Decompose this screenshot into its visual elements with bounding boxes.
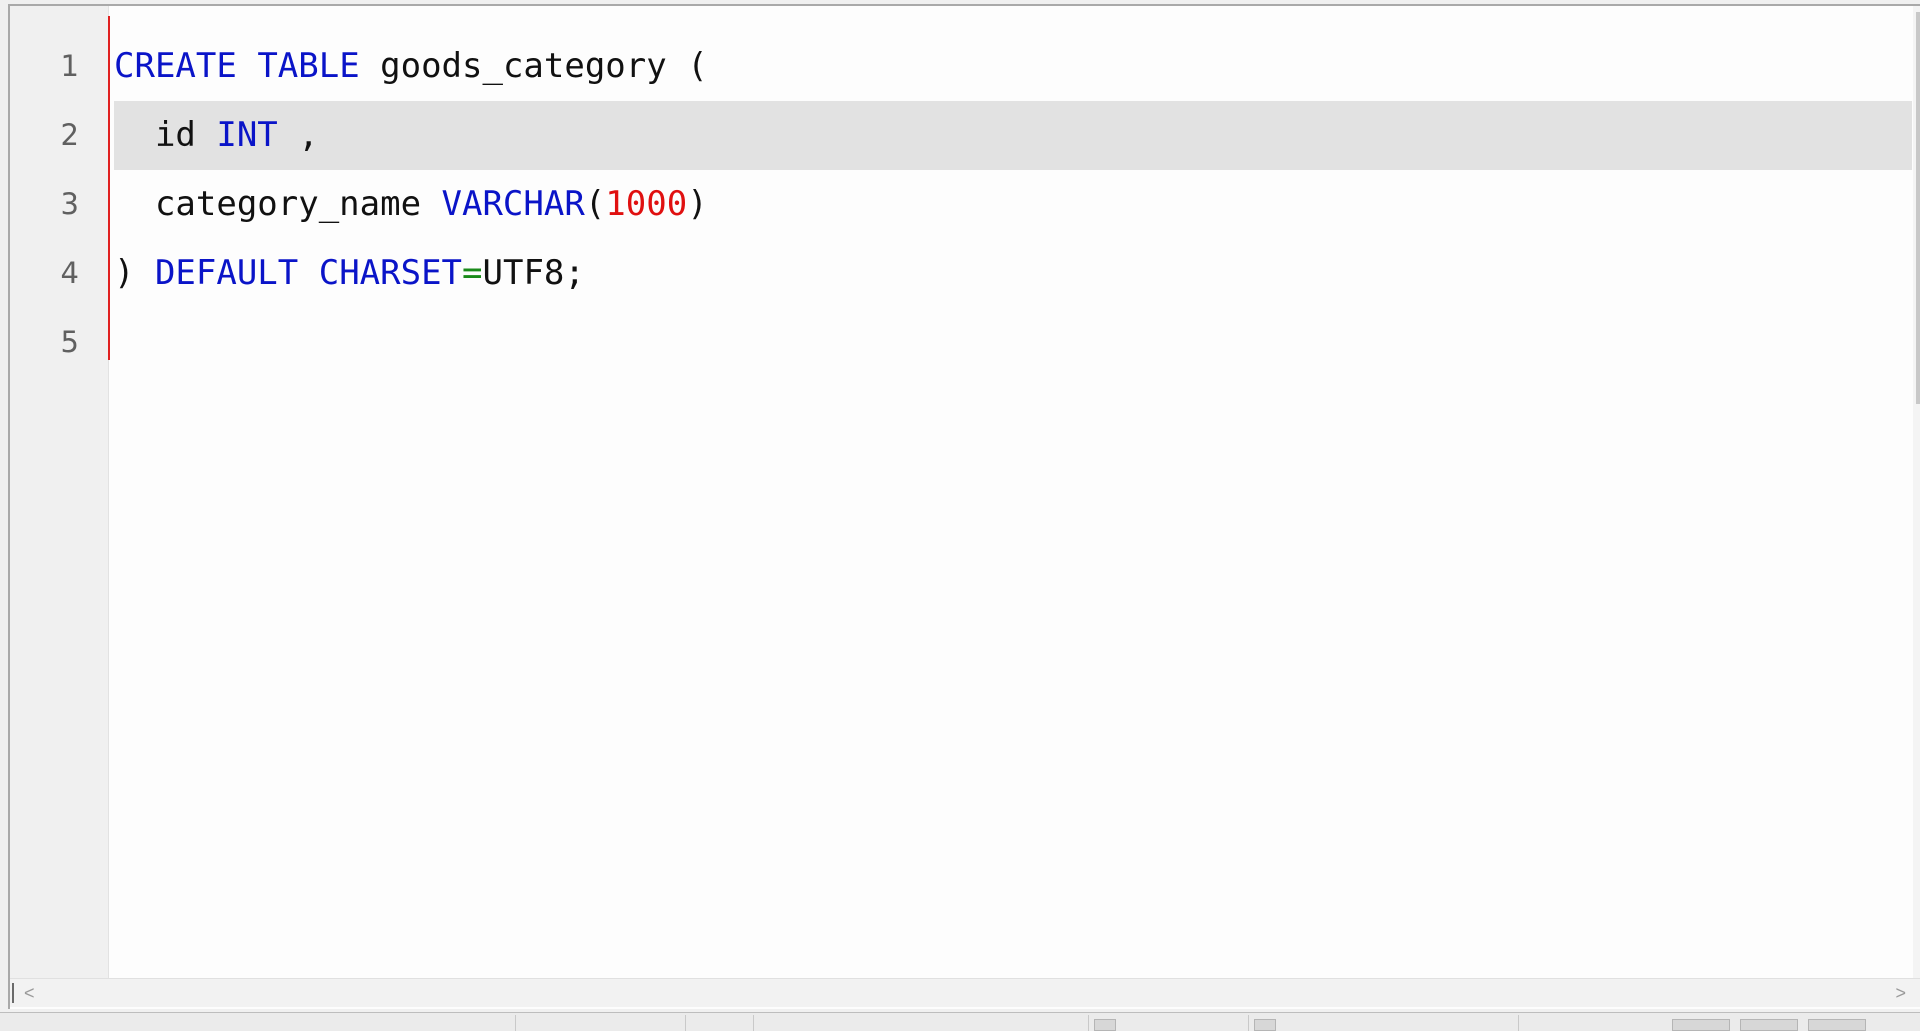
line-number: 5	[60, 325, 79, 359]
sql-operator: =	[462, 253, 483, 293]
modified-lines-marker	[108, 16, 110, 360]
line-number: 3	[60, 187, 79, 221]
line-number: 1	[60, 49, 79, 83]
sql-keyword: VARCHAR	[441, 184, 585, 224]
code-area[interactable]: CREATE TABLE goods_category ( id INT , c…	[114, 32, 1912, 972]
horizontal-scrollbar[interactable]: < >	[10, 978, 1920, 1007]
code-line[interactable]: category_name VARCHAR(1000)	[114, 170, 1912, 239]
status-divider	[515, 1015, 516, 1031]
vertical-scrollbar-thumb[interactable]	[1916, 12, 1920, 404]
status-divider	[753, 1015, 754, 1031]
sql-keyword: TABLE	[257, 46, 360, 86]
code-text: category_name	[114, 184, 442, 224]
code-line[interactable]: CREATE TABLE goods_category (	[114, 32, 1912, 101]
line-number-gutter: 1 2 3 4 5	[10, 6, 109, 978]
line-number: 4	[60, 256, 79, 290]
current-code-line[interactable]: id INT ,	[114, 101, 1912, 170]
code-text: )	[114, 253, 155, 293]
split-grip[interactable]	[12, 983, 14, 1003]
sql-keyword: DEFAULT	[154, 253, 299, 293]
sql-keyword: CREATE	[114, 46, 237, 86]
scroll-right-icon[interactable]: >	[1895, 979, 1906, 1007]
code-text: goods_category (	[359, 46, 708, 86]
code-text: id	[114, 115, 217, 155]
sql-editor[interactable]: 1 2 3 4 5 CREATE TABLE goods_category ( id I…	[8, 4, 1920, 1009]
code-text: ,	[277, 115, 319, 155]
vertical-scrollbar[interactable]	[1913, 6, 1920, 978]
status-divider	[1088, 1015, 1089, 1031]
sql-keyword: CHARSET	[318, 253, 463, 293]
line-number: 2	[60, 118, 79, 152]
sql-number: 1000	[605, 184, 688, 224]
scroll-left-icon[interactable]: <	[24, 979, 35, 1007]
view-mode-button[interactable]	[1672, 1019, 1730, 1031]
status-bar	[0, 1012, 1920, 1031]
status-divider	[1518, 1015, 1519, 1031]
view-mode-button[interactable]	[1808, 1019, 1866, 1031]
status-divider	[685, 1015, 686, 1031]
code-line[interactable]	[114, 308, 1912, 377]
code-line[interactable]: ) DEFAULT CHARSET=UTF8;	[114, 239, 1912, 308]
code-text: UTF8;	[482, 253, 585, 293]
status-toggle-button[interactable]	[1094, 1019, 1116, 1031]
view-mode-button[interactable]	[1740, 1019, 1798, 1031]
code-text: (	[584, 184, 606, 224]
code-text: )	[687, 184, 708, 224]
status-divider	[1248, 1015, 1249, 1031]
sql-keyword: INT	[216, 115, 278, 155]
status-toggle-button[interactable]	[1254, 1019, 1276, 1031]
